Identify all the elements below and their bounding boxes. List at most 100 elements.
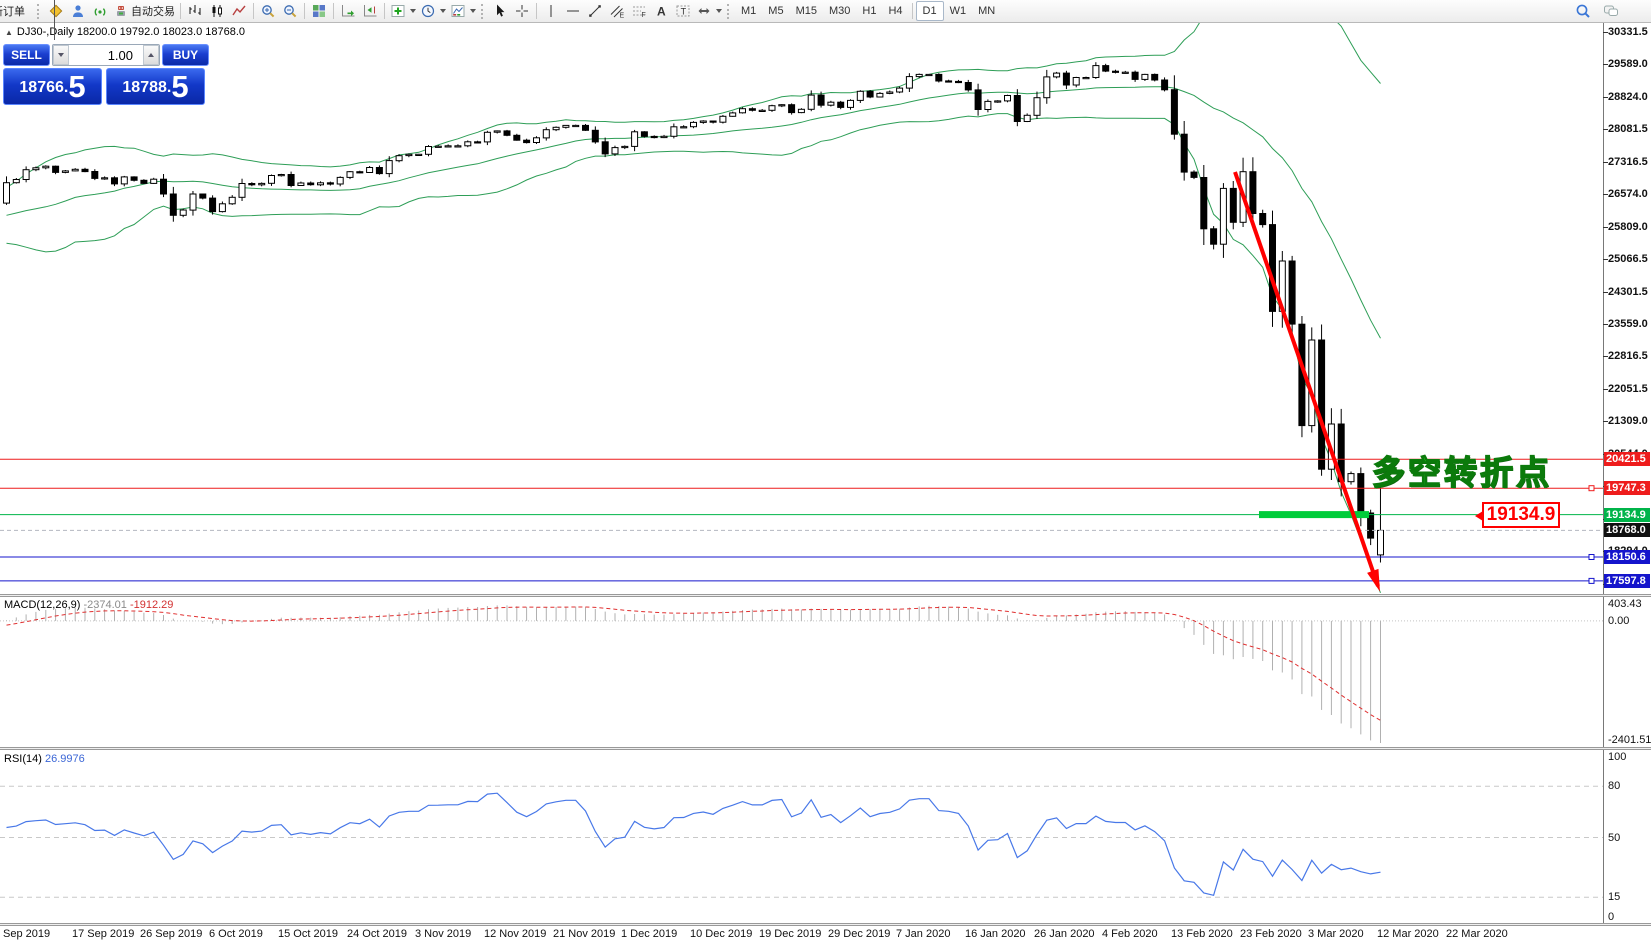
- volume-decrease-button[interactable]: [53, 45, 69, 65]
- bar-chart-button[interactable]: [184, 1, 206, 21]
- label-button[interactable]: T: [672, 1, 694, 21]
- auto-scroll-button[interactable]: [337, 1, 359, 21]
- chart-shift-button[interactable]: [359, 1, 381, 21]
- line-handle[interactable]: [1589, 555, 1594, 560]
- candle-body: [1171, 90, 1177, 135]
- tf-h1-button[interactable]: H1: [856, 1, 882, 21]
- panel-separator-macd-rsi[interactable]: [0, 747, 1651, 750]
- dropdown-arrow-icon[interactable]: [440, 9, 446, 13]
- candle-body: [53, 166, 59, 172]
- price-chart[interactable]: [0, 22, 1603, 595]
- tiles-icon: [311, 3, 327, 19]
- crosshair-button[interactable]: [511, 1, 533, 21]
- autotrading-button[interactable]: 自动交易: [111, 1, 177, 21]
- candle-body: [131, 177, 137, 180]
- collapse-triangle-icon[interactable]: ▲: [5, 28, 13, 37]
- candle-body: [1358, 474, 1364, 513]
- indicators-button[interactable]: [388, 1, 418, 21]
- line-chart-button[interactable]: [228, 1, 250, 21]
- tf-m15-button-label: M15: [796, 5, 817, 17]
- buy-button[interactable]: BUY: [162, 44, 209, 66]
- sell-price-display[interactable]: 18766. 5: [3, 68, 102, 105]
- candle-body: [592, 130, 598, 142]
- zoom-in-button[interactable]: [257, 1, 279, 21]
- tf-h4-button[interactable]: H4: [882, 1, 908, 21]
- tf-m30-button-label: M30: [829, 5, 850, 17]
- chat-button[interactable]: [1600, 1, 1622, 21]
- candle-body: [367, 168, 373, 173]
- turning-point-annotation: 多空转折点: [1372, 446, 1552, 494]
- hline-button[interactable]: [562, 1, 584, 21]
- periods-button[interactable]: [418, 1, 448, 21]
- macd-indicator-label: MACD(12,26,9) -2374.01 -1912.29: [4, 599, 173, 611]
- new-order-button-label: 新订单: [0, 3, 25, 19]
- candle-body: [416, 154, 422, 155]
- tf-m30-button[interactable]: M30: [823, 1, 856, 21]
- vline-button[interactable]: [540, 1, 562, 21]
- dropdown-arrow-icon[interactable]: [470, 9, 476, 13]
- cursor-button[interactable]: [489, 1, 511, 21]
- crash-trendline[interactable]: [1235, 172, 1378, 586]
- tf-mn-button-label: MN: [978, 5, 995, 17]
- tf-m15-button[interactable]: M15: [790, 1, 823, 21]
- candle-body: [190, 194, 196, 210]
- date-label: Sep 2019: [3, 928, 50, 940]
- profile-button[interactable]: [67, 1, 89, 21]
- tf-w1-button[interactable]: W1: [944, 1, 973, 21]
- candle-body: [327, 183, 333, 184]
- new-order-button[interactable]: 新订单: [0, 1, 34, 21]
- channel-icon: E: [609, 3, 625, 19]
- text-button[interactable]: A: [650, 1, 672, 21]
- search-button[interactable]: [1572, 1, 1594, 21]
- macd-panel[interactable]: [0, 597, 1603, 748]
- panel-separator-rsi-dates: [0, 923, 1651, 926]
- candle-body: [475, 142, 481, 143]
- fibonacci-button[interactable]: F: [628, 1, 650, 21]
- candle-body: [612, 148, 618, 154]
- trendline-button[interactable]: [584, 1, 606, 21]
- candle-body: [141, 180, 147, 183]
- templates-button[interactable]: [448, 1, 478, 21]
- toolbar-separator: [304, 3, 305, 19]
- candle-body: [219, 204, 225, 212]
- svg-text:A: A: [657, 5, 666, 19]
- tf-m5-button[interactable]: M5: [762, 1, 789, 21]
- candle-body: [269, 176, 275, 184]
- volume-spinner: [52, 44, 160, 66]
- svg-text:E: E: [620, 13, 625, 20]
- price-tick-label: 22051.5: [1608, 383, 1648, 395]
- dropdown-arrow-icon[interactable]: [410, 9, 416, 13]
- signals-button[interactable]: [89, 1, 111, 21]
- sell-button[interactable]: SELL: [3, 44, 50, 66]
- candle-body: [4, 183, 10, 203]
- candle-body: [838, 102, 844, 107]
- volume-increase-button[interactable]: [143, 45, 159, 65]
- line-handle[interactable]: [1589, 578, 1594, 583]
- candle-body: [1005, 96, 1011, 101]
- rsi-line: [7, 793, 1381, 895]
- arrows-button[interactable]: [694, 1, 724, 21]
- volume-input[interactable]: [69, 45, 143, 65]
- dropdown-arrow-icon[interactable]: [716, 9, 722, 13]
- tf-d1-button-label: D1: [923, 5, 937, 17]
- rsi-panel[interactable]: [0, 750, 1603, 923]
- panel-separator-main-macd[interactable]: [0, 594, 1651, 597]
- price-callout-label[interactable]: 19134.9: [1482, 502, 1560, 528]
- tf-d1-button[interactable]: D1: [916, 1, 944, 21]
- tile-windows-button[interactable]: [308, 1, 330, 21]
- candle-body: [740, 109, 746, 113]
- candle-chart-button[interactable]: [206, 1, 228, 21]
- toolbar-separator: [333, 3, 334, 19]
- template-icon: [450, 3, 466, 19]
- tf-mn-button[interactable]: MN: [972, 1, 1001, 21]
- zoom-out-button[interactable]: [279, 1, 301, 21]
- buy-price-display[interactable]: 18788. 5: [106, 68, 205, 105]
- macd-scale-label: 403.43: [1608, 598, 1642, 610]
- tf-m1-button[interactable]: M1: [735, 1, 762, 21]
- market-watch-icon-button[interactable]: [45, 1, 67, 21]
- candle-body: [161, 179, 167, 194]
- zoomout-icon: [282, 3, 298, 19]
- line-handle[interactable]: [1589, 486, 1594, 491]
- channel-button[interactable]: E: [606, 1, 628, 21]
- candle-body: [337, 177, 343, 184]
